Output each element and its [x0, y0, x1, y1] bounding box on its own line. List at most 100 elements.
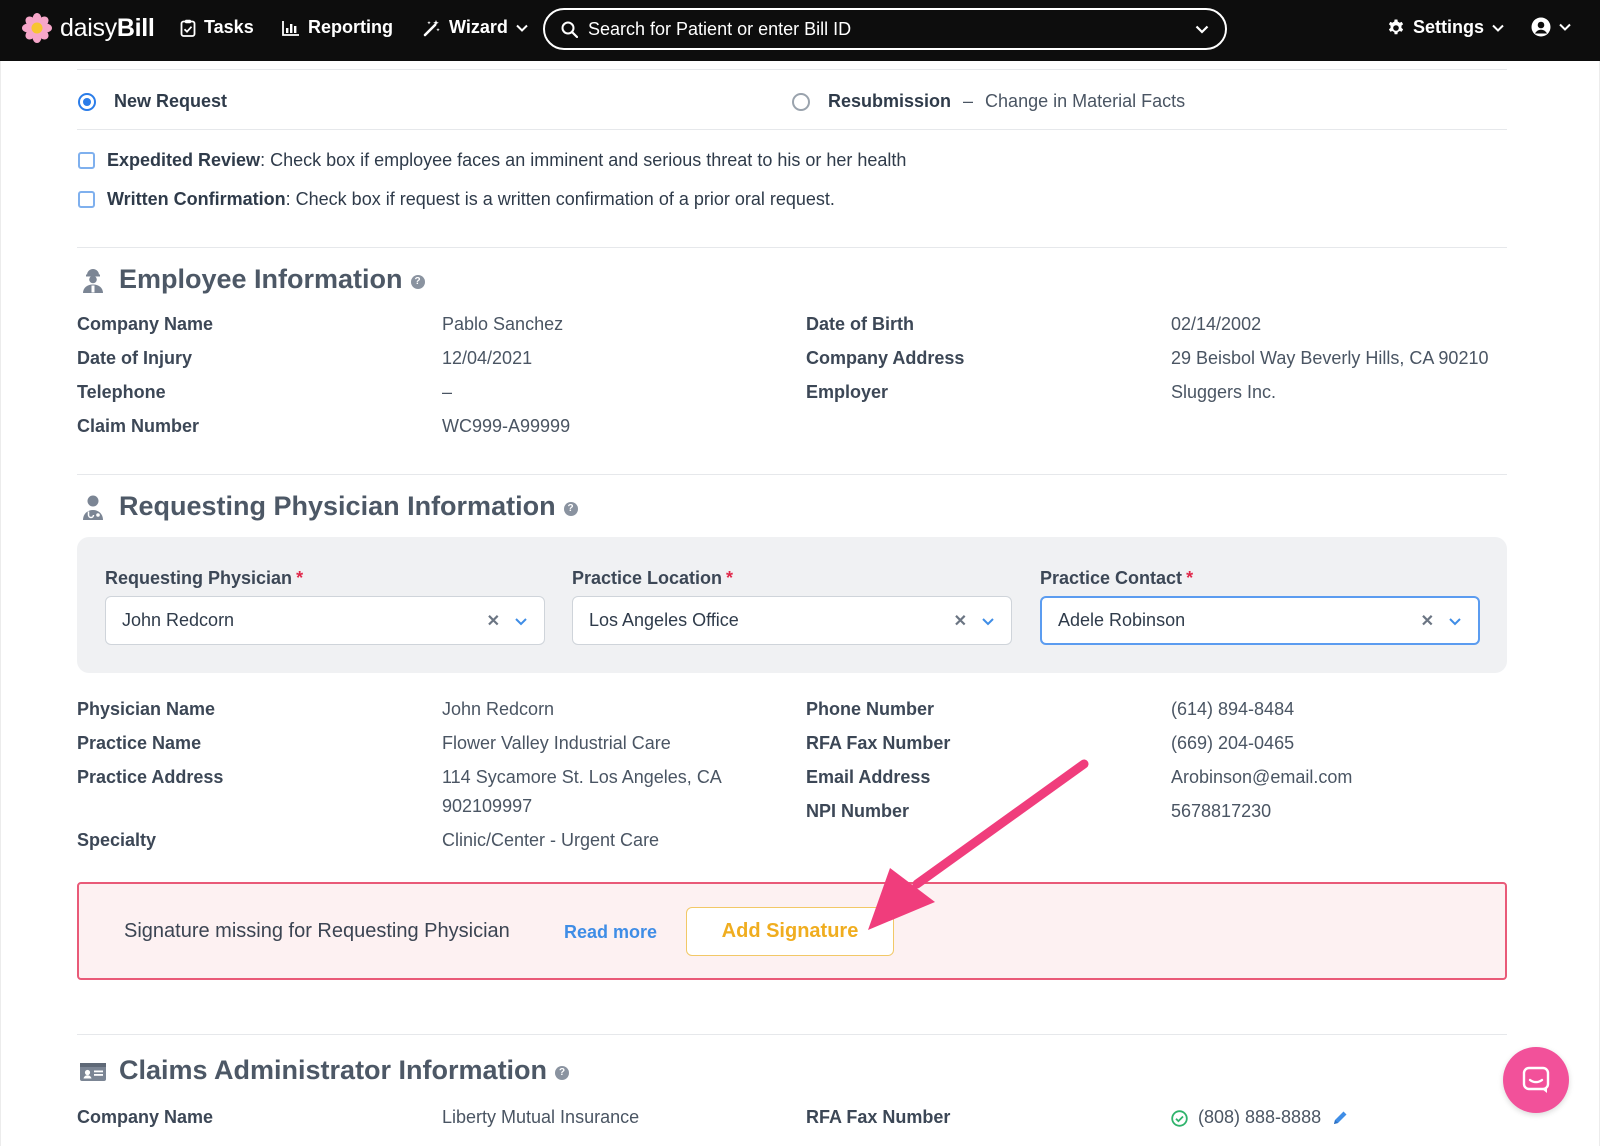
practice-contact-select[interactable]: Adele Robinson ✕ [1040, 596, 1480, 645]
physician-information-heading: Requesting Physician Information ? [79, 491, 578, 522]
employee-field-value: 02/14/2002 [1171, 314, 1262, 334]
chevron-down-icon[interactable] [1448, 614, 1462, 628]
user-circle-icon [1531, 17, 1551, 37]
question-icon[interactable]: ? [563, 501, 578, 516]
divider [77, 247, 1507, 248]
physician-field-value: 5678817230 [1171, 801, 1272, 821]
employee-field-value: 29 Beisbol Way Beverly Hills, CA 90210 [1171, 348, 1489, 368]
chevron-down-icon[interactable] [981, 614, 995, 628]
requesting-physician-label: Requesting Physician * [105, 568, 304, 588]
top-navigation-bar: daisyBill Tasks Reporting Wizard Setting… [0, 0, 1600, 61]
pencil-edit-icon[interactable] [1331, 1109, 1349, 1127]
chat-launcher-button[interactable] [1503, 1047, 1569, 1113]
employee-field-label: Telephone [77, 382, 166, 402]
radio-selected-indicator[interactable] [78, 92, 96, 111]
divider [77, 69, 1507, 70]
nav-account-menu[interactable] [1531, 17, 1571, 37]
physician-field-value: 114 Sycamore St. Los Angeles, CA [442, 767, 722, 787]
radio-resubmission[interactable]: Resubmission – Change in Material Facts [792, 91, 1185, 112]
claims-field-label: RFA Fax Number [806, 1107, 951, 1127]
checkbox-expedited-review[interactable]: Expedited Review: Check box if employee … [78, 150, 906, 171]
practice-location-label: Practice Location * [572, 568, 734, 588]
logo-text: daisyBill [60, 13, 155, 42]
employee-field-label: Company Name [77, 314, 214, 334]
nav-wizard-label: Wizard [449, 17, 508, 37]
physician-field-value-line2: 902109997 [442, 796, 533, 816]
employee-field-label: Company Address [806, 348, 965, 368]
chevron-down-icon[interactable] [514, 614, 528, 628]
physician-information-title: Requesting Physician Information [119, 491, 556, 521]
nav-reporting[interactable]: Reporting [282, 17, 393, 38]
question-icon[interactable]: ? [555, 1065, 570, 1080]
physician-field-value: Arobinson@email.com [1171, 767, 1353, 787]
physician-field-label: Phone Number [806, 699, 935, 719]
physician-field-label: Physician Name [77, 699, 216, 719]
clear-icon[interactable]: ✕ [1421, 611, 1434, 631]
practice-location-value: Los Angeles Office [589, 610, 739, 630]
checkbox-written-confirmation-box[interactable] [78, 191, 95, 208]
physician-field-label: Practice Address [77, 767, 224, 787]
chevron-down-icon [516, 24, 528, 32]
chevron-down-icon[interactable] [1195, 25, 1209, 34]
radio-resubmission-description: Change in Material Facts [985, 91, 1186, 111]
gear-icon [1388, 19, 1404, 34]
question-icon[interactable]: ? [410, 274, 425, 289]
physician-field-label: Email Address [806, 767, 931, 787]
signature-missing-alert: Signature missing for Requesting Physici… [77, 882, 1507, 980]
daisy-flower-icon [22, 13, 52, 43]
nav-settings[interactable]: Settings [1387, 17, 1504, 38]
requesting-physician-value: John Redcorn [122, 610, 235, 630]
nav-settings-label: Settings [1413, 17, 1485, 37]
practice-location-select[interactable]: Los Angeles Office ✕ [572, 596, 1012, 645]
employee-field-label: Date of Birth [806, 314, 914, 334]
clear-icon[interactable]: ✕ [487, 611, 500, 631]
claims-field-label: Company Name [77, 1107, 214, 1127]
physician-field-value: Flower Valley Industrial Care [442, 733, 671, 753]
checkbox-expedited-review-title: Expedited Review [107, 150, 261, 170]
physician-field-label: Practice Name [77, 733, 202, 753]
requesting-physician-select[interactable]: John Redcorn ✕ [105, 596, 545, 645]
physician-field-label: NPI Number [806, 801, 910, 821]
clear-icon[interactable]: ✕ [954, 611, 967, 631]
employee-information-heading: Employee Information ? [79, 264, 425, 295]
chevron-down-icon [1492, 24, 1504, 32]
radio-unselected-indicator[interactable] [792, 92, 810, 111]
nav-wizard[interactable]: Wizard [423, 17, 528, 38]
doctor-icon [83, 495, 103, 520]
id-card-icon [80, 1062, 106, 1081]
verified-check-icon [1171, 1110, 1188, 1127]
signature-missing-message: Signature missing for Requesting Physici… [124, 920, 510, 942]
patient-search-box[interactable] [543, 8, 1227, 50]
radio-resubmission-label: Resubmission [828, 91, 952, 111]
add-signature-button[interactable]: Add Signature [686, 907, 894, 956]
radio-new-request-label: New Request [114, 91, 228, 111]
checkbox-written-confirmation-title: Written Confirmation [107, 189, 286, 209]
checkbox-expedited-review-box[interactable] [78, 152, 95, 169]
divider [77, 129, 1507, 130]
divider [77, 1034, 1507, 1035]
employee-information-title: Employee Information [119, 264, 403, 294]
physician-field-value: (669) 204-0465 [1171, 733, 1295, 753]
nav-reporting-label: Reporting [308, 17, 393, 37]
patient-search-input[interactable] [588, 18, 1195, 40]
employee-field-value: Sluggers Inc. [1171, 382, 1277, 402]
worker-icon [83, 268, 103, 293]
employee-field-value: – [442, 382, 453, 402]
claims-field-value: Liberty Mutual Insurance [442, 1107, 640, 1127]
practice-contact-value: Adele Robinson [1058, 610, 1186, 630]
physician-field-label: RFA Fax Number [806, 733, 951, 753]
nav-tasks[interactable]: Tasks [180, 17, 254, 38]
bar-chart-icon [282, 20, 299, 36]
employee-field-label: Employer [806, 382, 889, 402]
physician-field-value: (614) 894-8484 [1171, 699, 1295, 719]
checkbox-expedited-review-text: : Check box if employee faces an imminen… [260, 150, 907, 170]
chat-bubble-icon [1522, 1066, 1550, 1093]
checkbox-written-confirmation[interactable]: Written Confirmation: Check box if reque… [78, 189, 835, 210]
employee-field-value: Pablo Sanchez [442, 314, 564, 334]
read-more-link[interactable]: Read more [564, 922, 657, 943]
radio-new-request[interactable]: New Request [78, 91, 227, 112]
nav-tasks-label: Tasks [204, 17, 254, 37]
physician-field-value: John Redcorn [442, 699, 555, 719]
daisybill-logo[interactable]: daisyBill [22, 13, 155, 43]
practice-contact-label: Practice Contact * [1040, 568, 1194, 588]
